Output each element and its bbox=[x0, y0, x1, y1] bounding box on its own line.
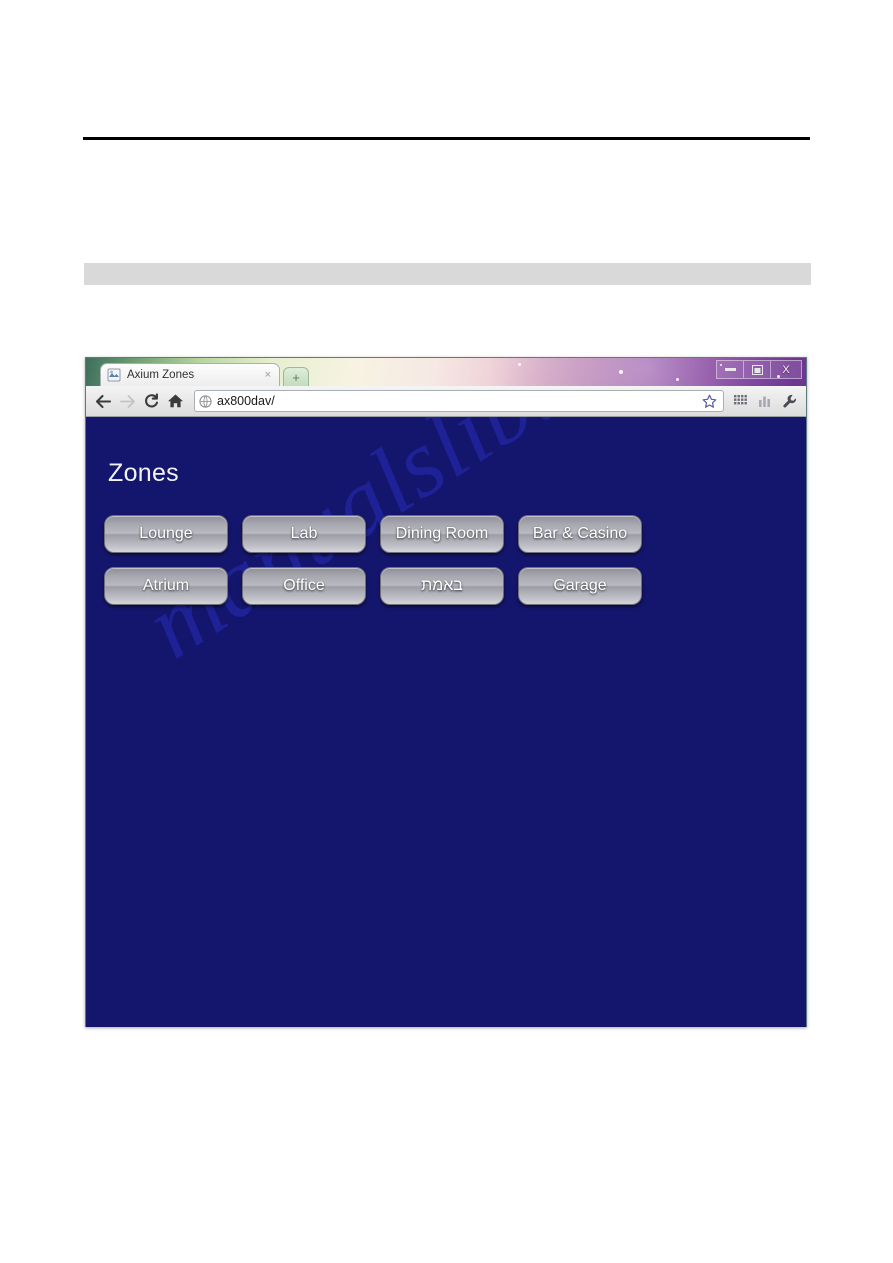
signal-bars-icon[interactable] bbox=[754, 390, 776, 412]
zone-button-label: Lab bbox=[290, 525, 318, 542]
zone-button-hebrew[interactable]: באמת bbox=[380, 567, 504, 605]
zone-button-label: Bar & Casino bbox=[532, 525, 628, 542]
maximize-button[interactable] bbox=[743, 360, 770, 379]
zone-button-office[interactable]: Office bbox=[242, 567, 366, 605]
theme-sparkle bbox=[518, 363, 521, 367]
zone-button-garage[interactable]: Garage bbox=[518, 567, 642, 605]
window-controls: X bbox=[716, 360, 802, 379]
zone-button-label: Garage bbox=[553, 577, 607, 594]
document-horizontal-rule bbox=[83, 137, 810, 140]
wrench-menu-icon[interactable] bbox=[778, 390, 800, 412]
zone-button-label: Lounge bbox=[139, 525, 193, 542]
star-icon bbox=[702, 394, 716, 408]
apps-grid-icon[interactable] bbox=[730, 390, 752, 412]
web-page-content: manualslib.com Zones Lounge Lab Dining R… bbox=[86, 417, 806, 1027]
document-gray-band bbox=[84, 263, 811, 285]
new-tab-button[interactable]: + bbox=[283, 367, 309, 386]
zone-button-dining-room[interactable]: Dining Room bbox=[380, 515, 504, 553]
zone-button-lounge[interactable]: Lounge bbox=[104, 515, 228, 553]
zone-button-lab[interactable]: Lab bbox=[242, 515, 366, 553]
minimize-button[interactable] bbox=[716, 360, 743, 379]
back-button[interactable] bbox=[92, 390, 114, 412]
page-title: Zones bbox=[108, 459, 179, 487]
browser-window: X Axium Zones × + ax800dav/ Zones Lounge… bbox=[85, 357, 807, 1027]
reload-button[interactable] bbox=[140, 390, 162, 412]
address-bar[interactable]: ax800dav/ bbox=[194, 390, 724, 412]
tab-strip: Axium Zones × + bbox=[100, 363, 309, 386]
forward-button[interactable] bbox=[116, 390, 138, 412]
tab-axium-zones[interactable]: Axium Zones × bbox=[100, 363, 280, 386]
theme-sparkle bbox=[618, 369, 623, 374]
home-button[interactable] bbox=[164, 390, 186, 412]
theme-sparkle bbox=[676, 378, 680, 382]
zone-button-label: Atrium bbox=[142, 577, 190, 594]
browser-title-bar[interactable]: X Axium Zones × + bbox=[86, 358, 806, 386]
home-icon bbox=[167, 394, 183, 408]
page-favicon-icon bbox=[107, 368, 121, 382]
minimize-icon bbox=[724, 368, 736, 371]
zone-button-label: באמת bbox=[421, 577, 463, 594]
maximize-icon bbox=[751, 364, 763, 375]
zone-button-grid: Lounge Lab Dining Room Bar & Casino Atri… bbox=[104, 515, 664, 605]
globe-page-icon bbox=[199, 394, 212, 408]
browser-toolbar: ax800dav/ bbox=[86, 386, 806, 417]
forward-arrow-icon bbox=[119, 394, 135, 408]
zone-button-label: Office bbox=[283, 577, 325, 594]
zone-button-label: Dining Room bbox=[395, 525, 489, 542]
zone-button-atrium[interactable]: Atrium bbox=[104, 567, 228, 605]
bookmark-star-button[interactable] bbox=[699, 391, 719, 411]
tab-close-icon[interactable]: × bbox=[263, 369, 273, 381]
back-arrow-icon bbox=[95, 394, 111, 408]
tab-title: Axium Zones bbox=[127, 369, 195, 381]
close-icon: X bbox=[782, 363, 790, 376]
plus-icon: + bbox=[292, 369, 300, 385]
close-button[interactable]: X bbox=[770, 360, 802, 379]
zone-button-bar-and-casino[interactable]: Bar & Casino bbox=[518, 515, 642, 553]
address-bar-url[interactable]: ax800dav/ bbox=[217, 394, 699, 408]
reload-icon bbox=[144, 393, 158, 408]
